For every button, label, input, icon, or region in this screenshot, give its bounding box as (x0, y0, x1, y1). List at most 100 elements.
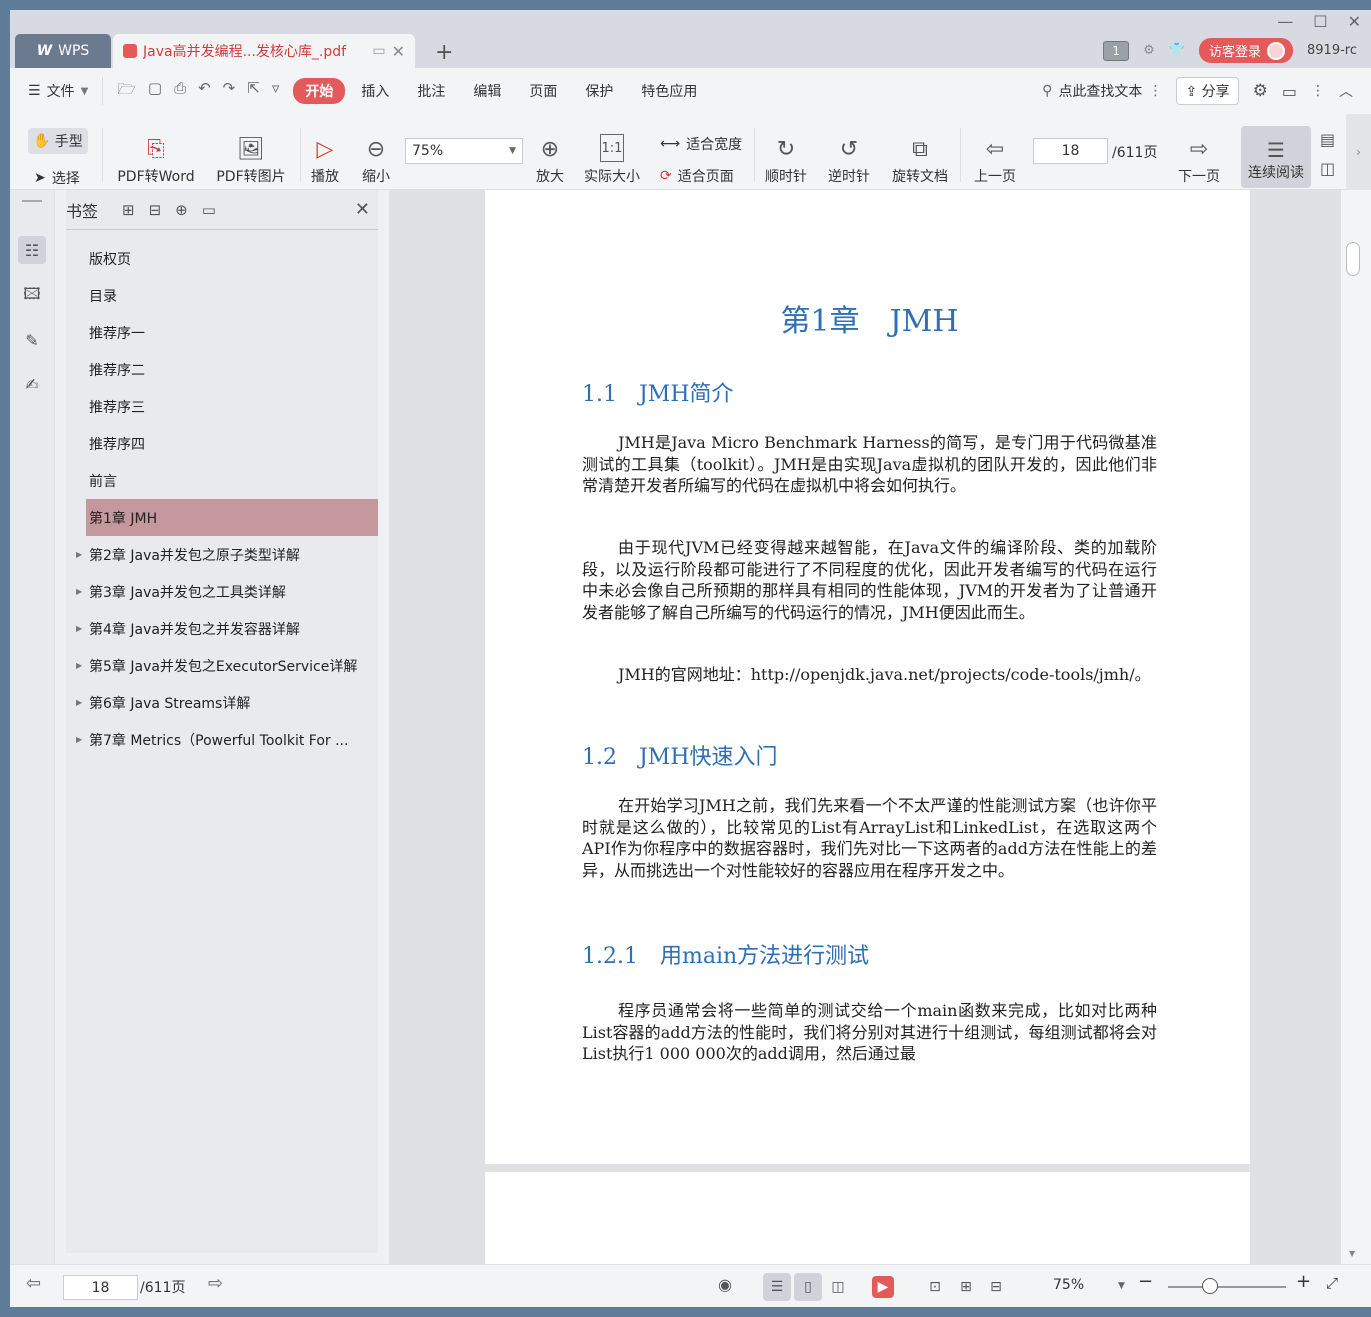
comment-icon[interactable]: ▭ (1282, 82, 1297, 101)
annotation-panel-icon[interactable]: ✎ (18, 326, 46, 354)
bookmark-item[interactable]: ▶ 第4章 Java并发包之并发容器详解 (66, 610, 378, 647)
menu-tab-edit[interactable]: 编辑 (461, 78, 513, 104)
bookmark-item[interactable]: ▶ 第2章 Java并发包之原子类型详解 (66, 536, 378, 573)
gear-icon[interactable]: ⚙ (1253, 81, 1268, 101)
play-button[interactable]: ▷ 播放 (308, 128, 342, 186)
bookmark-item[interactable]: ▶ 第7章 Metrics（Powerful Toolkit For ... (66, 721, 378, 758)
scroll-down-icon[interactable]: ▼ (1349, 1249, 1355, 1258)
pdf-to-word-button[interactable]: ⎘ PDF转Word (114, 128, 198, 186)
prev-page-button[interactable]: ⇦ 上一页 (970, 128, 1020, 186)
menu-tab-annotate[interactable]: 批注 (405, 78, 457, 104)
status-next-page-icon[interactable]: ⇨ (208, 1273, 223, 1294)
close-tab-icon[interactable]: ✕ (392, 42, 405, 61)
zoom-minus-icon[interactable]: − (1138, 1271, 1153, 1292)
zoom-dropdown-icon[interactable]: ▼ (1118, 1281, 1125, 1291)
double-page-icon[interactable]: ◫ (1320, 159, 1335, 178)
print-icon[interactable]: ⎙ (174, 79, 186, 104)
actual-size-button[interactable]: 1:1 实际大小 (581, 128, 643, 186)
menu-tab-page[interactable]: 页面 (517, 78, 569, 104)
bookmark-item[interactable]: 版权页 (66, 240, 378, 277)
menu-tab-insert[interactable]: 插入 (349, 78, 401, 104)
bookmark-item[interactable]: ▶ 第6章 Java Streams详解 (66, 684, 378, 721)
zoom-slider-knob[interactable] (1202, 1278, 1218, 1294)
collapse-all-icon[interactable]: ⊟ (149, 201, 162, 219)
fit-page-button[interactable]: ⟳ 适合页面 (660, 166, 734, 186)
rotate-document-button[interactable]: ⧉ 旋转文档 (888, 128, 952, 186)
fit-width-button[interactable]: ⟷ 适合宽度 (660, 134, 742, 154)
double-page-view-icon[interactable]: ◫ (824, 1273, 852, 1301)
thumbnail-panel-icon[interactable]: 🖾 (18, 282, 46, 310)
bookmark-item[interactable]: 前言 (66, 462, 378, 499)
search-area[interactable]: ⚲ 点此查找文本 ⋮ (1042, 81, 1162, 101)
expand-arrow-icon[interactable]: ▶ (76, 587, 82, 596)
save-icon[interactable]: ▢ (148, 79, 162, 104)
page-number-input[interactable]: 18 (1033, 138, 1108, 164)
sync-icon[interactable]: ⚙ (1143, 43, 1155, 58)
wps-home-tab[interactable]: W WPS (15, 34, 111, 68)
export-icon[interactable]: ⇱ (247, 79, 260, 104)
play-mode-icon[interactable]: ▶ (872, 1276, 894, 1298)
close-panel-icon[interactable]: ✕ (355, 199, 370, 220)
bookmark-options-icon[interactable]: ▭ (202, 201, 216, 219)
bookmark-item[interactable]: 推荐序二 (66, 351, 378, 388)
scrollbar-thumb[interactable] (1346, 242, 1360, 276)
zoom-in-button[interactable]: ⊕ 放大 (533, 128, 567, 186)
monitor-icon[interactable]: ▭ (372, 43, 385, 59)
status-page-input[interactable]: 18 (63, 1275, 138, 1300)
select-tool-button[interactable]: ➤ 选择 (34, 168, 80, 188)
bookmark-item[interactable]: ▶ 第3章 Java并发包之工具类详解 (66, 573, 378, 610)
menu-tab-protect[interactable]: 保护 (573, 78, 625, 104)
expand-arrow-icon[interactable]: ▶ (76, 735, 82, 744)
bookmark-item[interactable]: 推荐序三 (66, 388, 378, 425)
menu-tab-start[interactable]: 开始 (293, 78, 346, 104)
bookmark-item[interactable]: 推荐序一 (66, 314, 378, 351)
vertical-scrollbar[interactable]: ▼ (1341, 190, 1371, 1264)
share-button[interactable]: ⇪ 分享 (1176, 77, 1239, 105)
expand-arrow-icon[interactable]: ▶ (76, 550, 82, 559)
rotate-clockwise-button[interactable]: ↻ 顺时针 (762, 128, 810, 186)
signature-panel-icon[interactable]: ✍ (18, 370, 46, 398)
pdf-to-image-button[interactable]: 🖼 PDF转图片 (213, 128, 289, 186)
single-page-icon[interactable]: ▤ (1320, 130, 1335, 149)
maximize-icon[interactable]: ☐ (1313, 12, 1327, 31)
minimize-icon[interactable]: — (1277, 12, 1293, 31)
single-page-view-icon[interactable]: ▯ (794, 1273, 822, 1301)
window-count-badge[interactable]: 1 (1103, 40, 1130, 61)
file-menu[interactable]: ☰ 文件 ▼ (10, 77, 104, 105)
fit-width-status-icon[interactable]: ⊟ (982, 1273, 1010, 1301)
collapse-ribbon-icon[interactable]: ︿ (1339, 81, 1353, 101)
add-tab-button[interactable]: + (435, 40, 453, 65)
bookmark-item-selected[interactable]: ▶第1章 JMH (86, 499, 378, 536)
rotate-counterclockwise-button[interactable]: ↺ 逆时针 (825, 128, 873, 186)
expand-arrow-icon[interactable]: ▶ (76, 661, 82, 670)
zoom-slider-track[interactable] (1168, 1286, 1286, 1288)
fullscreen-icon[interactable]: ⤢ (1326, 1274, 1338, 1292)
undo-icon[interactable]: ↶ (198, 79, 211, 104)
document-viewer[interactable]: 第1章 JMH 1.1 JMH简介 JMH是Java Micro Benchma… (389, 190, 1341, 1264)
ribbon-scroll-right[interactable]: › (1346, 114, 1371, 190)
hand-tool-button[interactable]: ✋ 手型 (28, 128, 88, 154)
bookmark-item[interactable]: 目录 (66, 277, 378, 314)
document-tab[interactable]: Java高并发编程...发核心库_.pdf ▭ ✕ (113, 34, 415, 68)
zoom-select[interactable]: 75% ▼ (405, 138, 523, 164)
status-prev-page-icon[interactable]: ⇦ (26, 1273, 41, 1294)
skin-icon[interactable]: 👕 (1169, 43, 1185, 58)
login-button[interactable]: 访客登录 (1199, 38, 1294, 63)
close-window-icon[interactable]: ✕ (1348, 12, 1361, 31)
zoom-plus-icon[interactable]: + (1296, 1271, 1311, 1292)
zoom-out-button[interactable]: ⊖ 缩小 (359, 128, 393, 186)
expand-arrow-icon[interactable]: ▶ (76, 624, 82, 633)
more-menu-icon[interactable]: ⋮ (1311, 83, 1325, 99)
actual-size-status-icon[interactable]: ⊡ (921, 1273, 949, 1301)
continuous-view-icon[interactable]: ☰ (763, 1273, 791, 1301)
open-folder-icon[interactable]: 🗁 (117, 79, 136, 104)
continuous-read-button[interactable]: ☰ 连续阅读 (1241, 126, 1311, 188)
bookmark-item[interactable]: ▶ 第5章 Java并发包之ExecutorService详解 (66, 647, 378, 684)
next-page-button[interactable]: ⇨ 下一页 (1174, 128, 1224, 186)
more-down-icon[interactable]: ▿ (272, 79, 280, 104)
menu-tab-special[interactable]: 特色应用 (629, 78, 709, 104)
bookmark-item[interactable]: 推荐序四 (66, 425, 378, 462)
add-bookmark-icon[interactable]: ⊕ (175, 201, 188, 219)
bookmark-panel-icon[interactable]: ☷ (18, 236, 46, 264)
eye-protection-icon[interactable]: ◉ (718, 1275, 732, 1294)
